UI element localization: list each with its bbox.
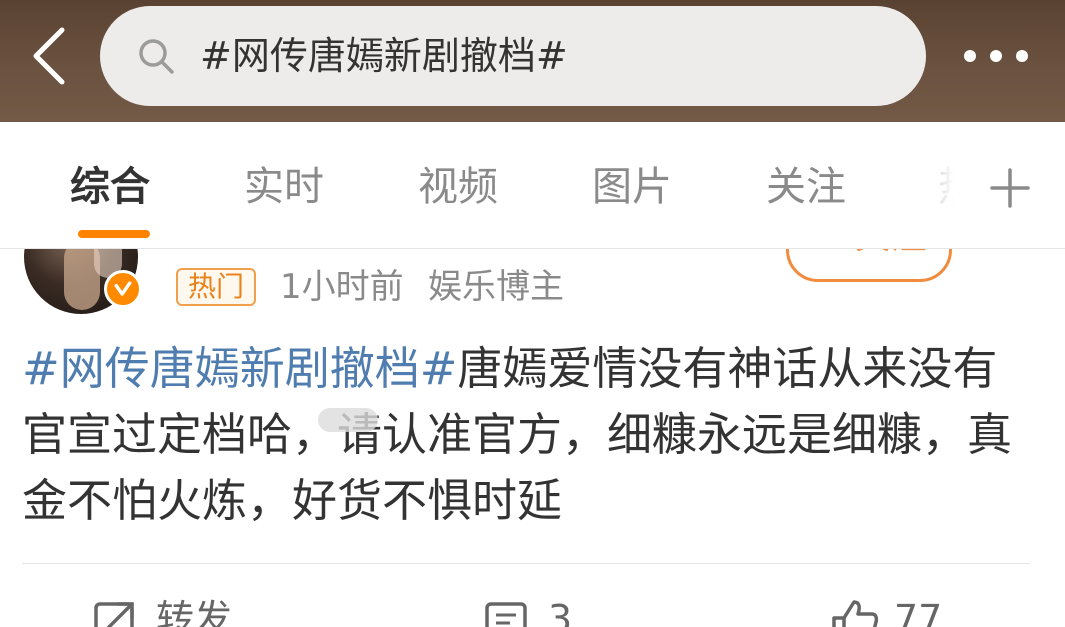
tab-fade: [900, 122, 960, 242]
tab-comprehensive[interactable]: 综合: [70, 160, 150, 214]
post-card: + 关注 热门 1小时前 娱乐博主 #网传唐嫣新剧撤档#唐嫣爱情没有神话从来没有…: [0, 248, 1065, 627]
search-query[interactable]: #网传唐嫣新剧撤档#: [200, 30, 568, 82]
like-icon: [832, 600, 879, 627]
back-button[interactable]: [28, 24, 76, 88]
tab-pictures[interactable]: 图片: [592, 160, 672, 214]
top-bar: #网传唐嫣新剧撤档#: [0, 0, 1065, 122]
plus-icon[interactable]: [988, 166, 1032, 210]
follow-button[interactable]: + 关注: [786, 248, 952, 282]
like-count: 77: [894, 597, 943, 627]
repost-label: 转发: [156, 597, 233, 627]
post-time: 1小时前: [280, 267, 404, 307]
emoji-icon: [318, 408, 378, 432]
divider: [22, 563, 1030, 564]
search-box[interactable]: #网传唐嫣新剧撤档#: [100, 6, 926, 106]
post-category: 娱乐博主: [428, 267, 564, 307]
tab-video[interactable]: 视频: [418, 160, 498, 214]
post-body: #网传唐嫣新剧撤档#唐嫣爱情没有神话从来没有官宣过定档哈，请认准官方，细糠永远是…: [22, 336, 1032, 534]
verified-icon: [104, 270, 142, 308]
back-icon: [33, 27, 65, 85]
active-tab-indicator: [78, 230, 150, 238]
repost-icon: [94, 602, 134, 627]
topic-link[interactable]: #网传唐嫣新剧撤档#: [22, 342, 457, 395]
search-icon: [139, 39, 174, 74]
comment-icon: [485, 602, 527, 627]
comment-count: 3: [548, 597, 573, 627]
tab-following[interactable]: 关注: [766, 160, 846, 214]
hot-badge: 热门: [176, 268, 257, 306]
follow-label: + 关注: [813, 248, 927, 259]
more-button[interactable]: [960, 40, 1032, 72]
tab-realtime[interactable]: 实时: [244, 160, 324, 214]
